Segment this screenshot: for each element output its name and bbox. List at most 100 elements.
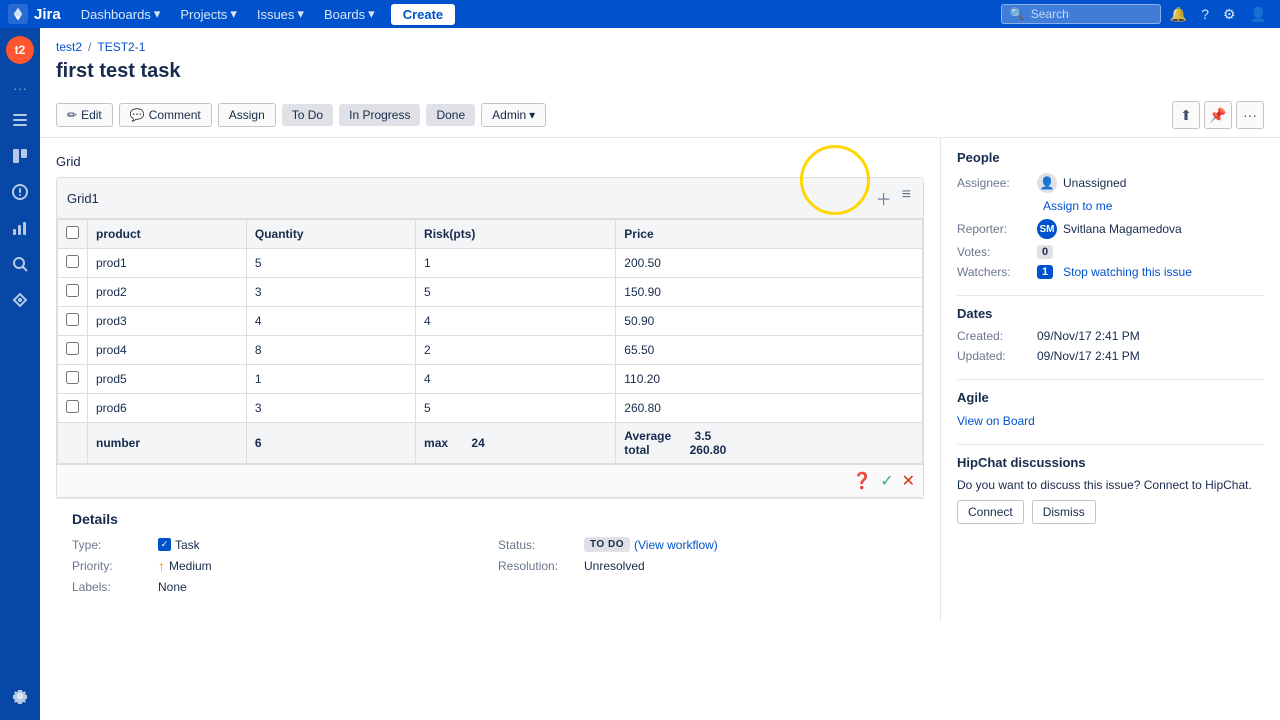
in-progress-button[interactable]: In Progress [339,104,420,126]
assign-to-me-link[interactable]: Assign to me [1043,199,1112,213]
help-icon[interactable]: ? [1196,3,1214,25]
grid-section: Grid Grid1 ＋ ≡ [40,138,940,622]
unassigned-icon: 👤 [1037,173,1057,193]
notifications-icon[interactable]: 🔔 [1165,3,1192,26]
edit-button[interactable]: ✏ Edit [56,103,113,127]
cell-price: 50.90 [616,307,923,336]
done-button[interactable]: Done [426,104,475,126]
details-title: Details [72,511,908,527]
close-grid-icon[interactable]: ✕ [902,471,915,491]
pin-button[interactable]: 📌 [1204,101,1232,129]
breadcrumb-issue-id[interactable]: TEST2-1 [97,40,145,54]
sidebar-item-releases[interactable] [4,284,36,316]
todo-button[interactable]: To Do [282,104,333,126]
nav-icons: 🔔 ? ⚙ 👤 [1165,3,1272,26]
detail-type: Type: ✓ Task [72,537,482,552]
row-checkbox[interactable] [66,313,79,326]
search-input[interactable] [1031,7,1152,21]
cell-quantity: 4 [246,307,415,336]
select-all-checkbox[interactable] [66,226,79,239]
sidebar-item-search[interactable] [4,248,36,280]
app-name: Jira [34,6,61,23]
view-workflow-link[interactable]: (View workflow) [634,538,718,552]
project-avatar[interactable]: t2 [6,36,34,64]
row-checkbox-cell [58,365,88,394]
nav-projects[interactable]: Projects ▾ [172,2,245,26]
hipchat-message: Do you want to discuss this issue? Conne… [957,478,1264,492]
app-logo[interactable]: Jira [8,4,61,24]
add-row-icon[interactable]: ＋ [874,184,894,212]
footer-avg-total: Average 3.5 total 260.80 [616,423,923,464]
action-bar: ✏ Edit 💬 Comment Assign To Do In Progres… [40,93,1280,138]
row-checkbox[interactable] [66,284,79,297]
share-button[interactable]: ⬆ [1172,101,1200,129]
row-checkbox[interactable] [66,255,79,268]
cell-product: prod5 [88,365,247,394]
row-checkbox[interactable] [66,342,79,355]
people-title: People [957,150,1264,165]
row-checkbox-cell [58,278,88,307]
connect-button[interactable]: Connect [957,500,1024,524]
row-checkbox[interactable] [66,371,79,384]
view-on-board-link[interactable]: View on Board [957,414,1035,428]
grid-table: product Quantity Risk(pts) Price prod1 5… [57,219,923,464]
left-sidebar: t2 ··· [0,28,40,720]
nav-dashboards[interactable]: Dashboards ▾ [73,2,169,26]
table-row: prod6 3 5 260.80 [58,394,923,423]
comment-button[interactable]: 💬 Comment [119,103,212,127]
table-row: prod2 3 5 150.90 [58,278,923,307]
stop-watching-link[interactable]: Stop watching this issue [1063,265,1192,279]
table-row: prod4 8 2 65.50 [58,336,923,365]
hipchat-title: HipChat discussions [957,455,1264,470]
breadcrumb: test2 / TEST2-1 [56,40,1264,54]
details-grid: Type: ✓ Task Status: TO DO (View workflo… [72,537,908,594]
detail-labels: Labels: None [72,580,482,594]
sidebar-item-backlog[interactable] [4,104,36,136]
nav-boards[interactable]: Boards ▾ [316,2,383,26]
cell-risk: 2 [416,336,616,365]
user-avatar[interactable]: 👤 [1245,3,1272,26]
grid-title-actions: ＋ ≡ [874,184,913,212]
votes-badge: 0 [1037,245,1053,259]
cell-product: prod1 [88,249,247,278]
assignee-row: Assignee: 👤 Unassigned [957,173,1264,193]
grid-container: Grid1 ＋ ≡ product [56,177,924,498]
check-grid-icon[interactable]: ✓ [880,471,893,491]
dates-title: Dates [957,306,1264,321]
assign-button[interactable]: Assign [218,103,276,127]
main-content: test2 / TEST2-1 first test task ✏ Edit 💬… [40,28,1280,720]
row-checkbox-cell [58,394,88,423]
menu-icon[interactable]: ≡ [900,184,913,212]
footer-max: max 24 [416,423,616,464]
search-bar[interactable]: 🔍 [1001,4,1161,24]
detail-status: Status: TO DO (View workflow) [498,537,908,552]
help-grid-icon[interactable]: ❓ [852,471,872,491]
cell-price: 200.50 [616,249,923,278]
hipchat-section: HipChat discussions Do you want to discu… [957,455,1264,524]
details-section: Details Type: ✓ Task Status: [56,498,924,606]
dismiss-button[interactable]: Dismiss [1032,500,1096,524]
grid-label: Grid [56,154,924,169]
cell-risk: 5 [416,278,616,307]
sidebar-item-settings[interactable] [4,680,36,712]
sidebar-item-issues[interactable] [4,176,36,208]
cell-risk: 4 [416,307,616,336]
sidebar-item-board[interactable] [4,140,36,172]
nav-issues[interactable]: Issues ▾ [249,2,312,26]
watchers-badge: 1 [1037,265,1053,279]
sidebar-menu-icon[interactable]: ··· [9,76,31,100]
more-button[interactable]: ··· [1236,101,1264,129]
table-row: prod3 4 4 50.90 [58,307,923,336]
cell-product: prod3 [88,307,247,336]
cell-price: 150.90 [616,278,923,307]
admin-button[interactable]: Admin ▾ [481,103,546,127]
sidebar-item-reports[interactable] [4,212,36,244]
settings-icon[interactable]: ⚙ [1218,3,1241,26]
action-bar-right: ⬆ 📌 ··· [1172,101,1264,129]
row-checkbox[interactable] [66,400,79,413]
breadcrumb-project[interactable]: test2 [56,40,82,54]
create-button[interactable]: Create [391,4,455,25]
reporter-avatar: SM [1037,219,1057,239]
footer-number: number [88,423,247,464]
grid-title: Grid1 [67,191,99,206]
